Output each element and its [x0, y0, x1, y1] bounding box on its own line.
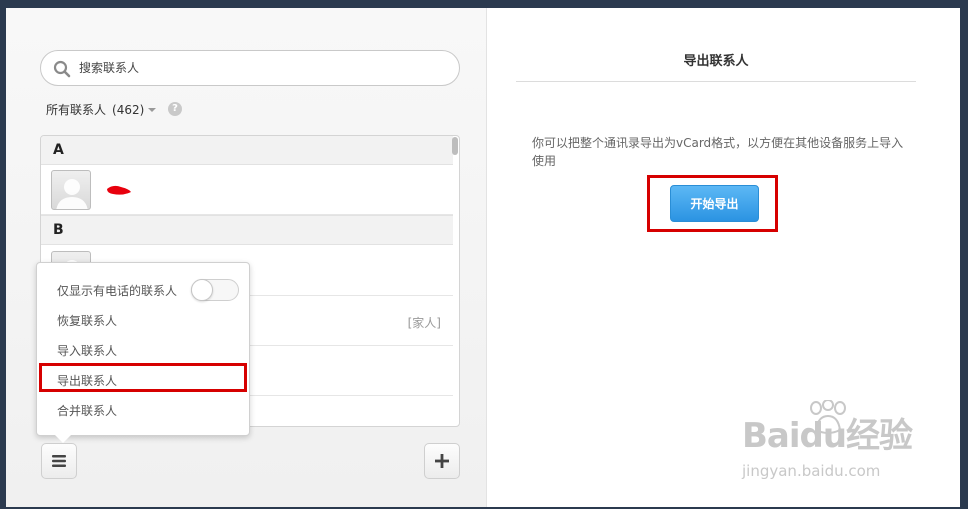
contact-count: (462) [112, 102, 145, 117]
contact-filter-dropdown[interactable]: 所有联系人 (462) [46, 101, 157, 118]
menu-button[interactable] [41, 443, 77, 479]
plus-icon [435, 454, 449, 468]
divider [516, 81, 916, 82]
phone-only-toggle[interactable] [191, 279, 239, 301]
options-menu: 仅显示有电话的联系人 恢复联系人 导入联系人 导出联系人 合并联系人 [36, 262, 250, 443]
section-header-b: B [41, 215, 453, 245]
search-input[interactable] [79, 58, 439, 78]
help-icon[interactable]: ? [168, 102, 182, 116]
redaction-mark [107, 185, 131, 195]
menu-item-show-phone-only[interactable]: 仅显示有电话的联系人 [57, 282, 177, 299]
menu-item-import-contacts[interactable]: 导入联系人 [57, 342, 117, 359]
export-panel: 导出联系人 你可以把整个通讯录导出为vCard格式，以方便在其他设备服务上导入使… [487, 8, 960, 507]
contacts-panel: 所有联系人 (462) ? A B [6, 8, 487, 507]
watermark-url: jingyan.baidu.com [742, 462, 881, 480]
search-icon [53, 60, 71, 78]
toggle-knob [191, 279, 213, 301]
popup-arrow [55, 435, 71, 443]
app-window: 所有联系人 (462) ? A B [6, 8, 960, 507]
menu-item-merge-contacts[interactable]: 合并联系人 [57, 402, 117, 419]
add-contact-button[interactable] [424, 443, 460, 479]
chevron-down-icon [148, 107, 157, 112]
baidu-watermark: Baidu经验 jingyan.baidu.com [742, 400, 922, 490]
menu-icon [52, 455, 66, 467]
section-header-a: A [41, 136, 453, 165]
page-title: 导出联系人 [683, 54, 749, 69]
scrollbar-thumb[interactable] [452, 137, 458, 155]
filter-label: 所有联系人 [46, 103, 107, 117]
start-export-button[interactable]: 开始导出 [670, 185, 759, 222]
export-description: 你可以把整个通讯录导出为vCard格式，以方便在其他设备服务上导入使用 [532, 136, 904, 168]
highlight-box [39, 363, 247, 392]
menu-item-restore-contacts[interactable]: 恢复联系人 [57, 312, 117, 329]
contact-group-tag: [家人] [407, 316, 441, 330]
watermark-logo: Baidu经验 [742, 416, 913, 456]
person-icon [56, 179, 88, 209]
contact-row[interactable] [41, 165, 453, 215]
search-box [40, 50, 460, 86]
avatar [51, 170, 91, 210]
